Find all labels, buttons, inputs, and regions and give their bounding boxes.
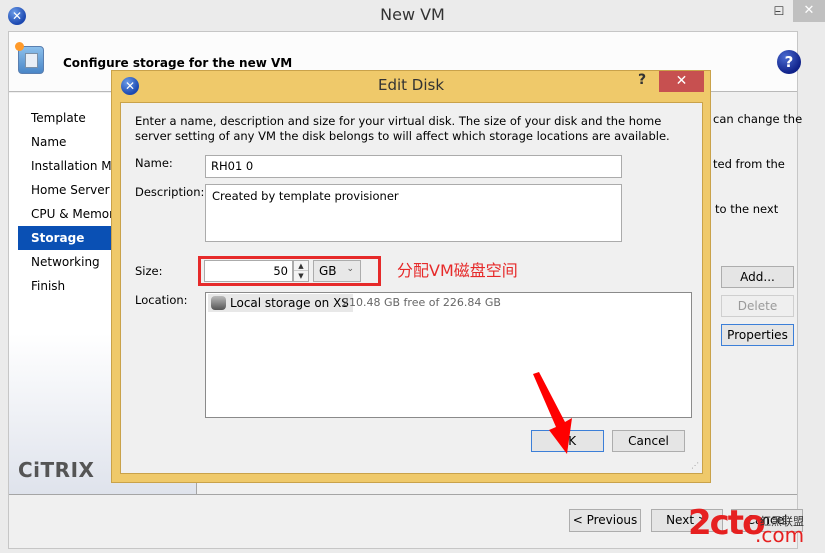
new-vm-icon xyxy=(15,42,44,74)
storage-icon xyxy=(211,296,226,310)
location-item-name[interactable]: Local storage on XS xyxy=(208,294,353,312)
citrix-logo: CiTRIX xyxy=(18,458,95,482)
resize-grip-icon[interactable]: ⋰ xyxy=(691,461,700,470)
dialog-title: Edit Disk xyxy=(377,76,445,94)
window-title: New VM xyxy=(380,5,445,24)
add-disk-button[interactable]: Add... xyxy=(721,266,794,288)
spin-down-icon[interactable]: ▼ xyxy=(294,271,308,281)
previous-button[interactable]: < Previous xyxy=(569,509,641,532)
cancel-button[interactable]: Cancel xyxy=(612,430,685,452)
arrow-shape xyxy=(533,372,572,454)
storage-info-text-3: to the next xyxy=(715,202,779,216)
dialog-close-button[interactable]: ✕ xyxy=(659,71,704,92)
spin-up-icon[interactable]: ▲ xyxy=(294,261,308,271)
watermark-domain: .com xyxy=(755,523,805,547)
dialog-instructions: Enter a name, description and size for y… xyxy=(135,114,670,143)
delete-disk-button[interactable]: Delete xyxy=(721,295,794,317)
size-spinner[interactable]: ▲ ▼ xyxy=(293,260,309,282)
description-label: Description: xyxy=(135,185,205,199)
chevron-down-icon: ⌄ xyxy=(346,264,354,274)
annotation-arrow xyxy=(533,372,572,454)
disk-size-input[interactable]: 50 xyxy=(204,260,293,282)
close-button[interactable]: ✕ xyxy=(793,0,825,22)
footer-divider xyxy=(9,494,797,495)
storage-info-text-1: can change the xyxy=(713,112,803,126)
annotation-text: 分配VM磁盘空间 xyxy=(397,261,518,280)
maximize-button[interactable]: ☐ xyxy=(765,0,793,22)
page-title: Configure storage for the new VM xyxy=(63,56,293,70)
size-unit-select[interactable]: GB ⌄ xyxy=(313,260,361,282)
help-icon[interactable]: ? xyxy=(777,50,801,74)
size-unit-value: GB xyxy=(319,264,337,278)
disk-name-input[interactable]: RH01 0 xyxy=(205,155,622,178)
disk-properties-button[interactable]: Properties xyxy=(721,324,794,346)
watermark-brand: 2cto xyxy=(688,503,765,543)
name-label: Name: xyxy=(135,156,173,170)
location-free-space: 210.48 GB free of 226.84 GB xyxy=(342,296,501,309)
storage-info-text-2: ted from the xyxy=(713,157,785,171)
dialog-help-button[interactable]: ? xyxy=(638,72,646,88)
size-label: Size: xyxy=(135,264,163,278)
location-label: Location: xyxy=(135,293,188,307)
disk-description-input[interactable]: Created by template provisioner xyxy=(205,184,622,242)
